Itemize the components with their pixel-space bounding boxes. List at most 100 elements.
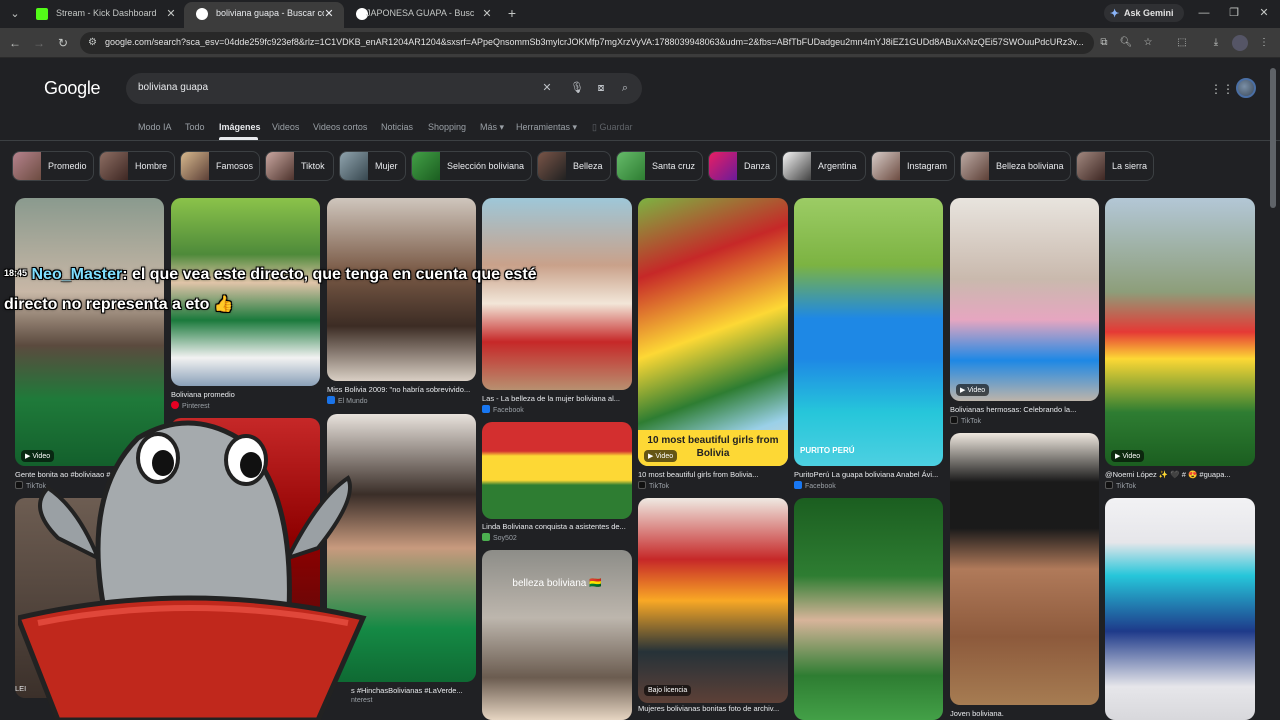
result-image[interactable] xyxy=(950,433,1099,705)
account-avatar[interactable] xyxy=(1236,78,1256,98)
bookmark-star-icon[interactable]: ☆ xyxy=(1140,35,1156,51)
result-image[interactable] xyxy=(794,198,943,466)
tab-kick-dashboard[interactable]: Stream - Kick Dashboard ✕ xyxy=(24,3,184,25)
chip-label: Argentina xyxy=(818,161,857,171)
result-caption[interactable]: Las - La belleza de la mujer boliviana a… xyxy=(482,394,632,403)
close-tab-icon[interactable]: ✕ xyxy=(322,7,336,21)
forward-arrow-icon[interactable]: → xyxy=(30,34,48,52)
filter-guardar[interactable]: ▯ Guardar xyxy=(592,122,632,133)
ask-gemini-button[interactable]: ✦ Ask Gemini xyxy=(1104,4,1184,22)
close-tab-icon[interactable]: ✕ xyxy=(164,7,178,21)
mascot-right-flipper xyxy=(284,475,352,562)
chip-argentina[interactable]: Argentina xyxy=(782,151,866,181)
result-image[interactable] xyxy=(1105,198,1255,466)
result-card[interactable] xyxy=(1105,498,1255,720)
url-text[interactable]: google.com/search?sca_esv=04dde259fc923e… xyxy=(105,37,1090,47)
result-card[interactable]: Bajo licencia Mujeres bolivianas bonitas… xyxy=(638,498,788,720)
result-image[interactable] xyxy=(950,198,1099,401)
chip-seleccion-boliviana[interactable]: Selección boliviana xyxy=(411,151,532,181)
new-tab-button[interactable]: + xyxy=(504,5,520,21)
search-input[interactable]: boliviana guapa ✕ 🎙︎ ⧇ ⌕ xyxy=(126,73,642,104)
chip-mujer[interactable]: Mujer xyxy=(339,151,406,181)
result-card[interactable]: belleza boliviana 🇧🇴 xyxy=(482,550,632,720)
chip-hombre[interactable]: Hombre xyxy=(99,151,175,181)
result-caption[interactable]: Joven boliviana. xyxy=(950,709,1099,718)
result-source[interactable]: Soy502 xyxy=(482,533,517,542)
filter-modo-ia[interactable]: Modo IA xyxy=(138,122,172,132)
chip-instagram[interactable]: Instagram xyxy=(871,151,955,181)
clear-search-icon[interactable]: ✕ xyxy=(540,81,554,95)
mascot-left-pupil xyxy=(152,450,174,476)
result-image[interactable] xyxy=(794,498,943,720)
chip-danza[interactable]: Danza xyxy=(708,151,777,181)
result-image[interactable] xyxy=(638,198,788,466)
search-query[interactable]: boliviana guapa xyxy=(138,82,208,93)
result-card[interactable]: ▶ Video Bolivianas hermosas: Celebrando … xyxy=(950,198,1099,426)
profile-avatar-icon[interactable] xyxy=(1232,35,1248,51)
lens-camera-icon[interactable]: ⧇ xyxy=(594,81,608,95)
back-arrow-icon[interactable]: ← xyxy=(6,34,24,52)
filter-herramientas[interactable]: Herramientas ▾ xyxy=(516,122,577,133)
site-info-icon[interactable]: ⚙ xyxy=(88,37,97,48)
result-card[interactable]: PURITO PERÚ PuritoPerú La guapa bolivian… xyxy=(794,198,943,492)
filter-videos[interactable]: Videos xyxy=(272,122,299,132)
google-apps-grid-icon[interactable]: ⋮⋮ xyxy=(1210,82,1234,96)
tab-search-chevron-icon[interactable]: ⌄ xyxy=(6,5,24,23)
result-source[interactable]: TikTok xyxy=(1105,481,1136,490)
address-bar[interactable]: ⚙ google.com/search?sca_esv=04dde259fc92… xyxy=(80,32,1094,54)
filter-noticias[interactable]: Noticias xyxy=(381,122,413,132)
result-image[interactable] xyxy=(482,550,632,720)
chip-belleza-boliviana[interactable]: Belleza boliviana xyxy=(960,151,1071,181)
google-logo[interactable]: Google xyxy=(44,78,101,99)
restore-window-button[interactable]: ❐ xyxy=(1226,5,1242,21)
result-source[interactable]: TikTok xyxy=(950,416,981,425)
filter-videos-cortos[interactable]: Videos cortos xyxy=(313,122,367,132)
result-image[interactable] xyxy=(638,498,788,703)
result-caption[interactable]: Miss Bolivia 2009: "no habría sobrevivid… xyxy=(327,385,476,394)
result-caption[interactable]: @Noemi López ✨ 🖤 # 😍 #guapa... xyxy=(1105,470,1255,479)
result-card[interactable] xyxy=(794,498,943,720)
chip-promedio[interactable]: Promedio xyxy=(12,151,94,181)
close-tab-icon[interactable]: ✕ xyxy=(480,7,494,21)
menu-kebab-icon[interactable]: ⋮ xyxy=(1256,35,1272,51)
result-source[interactable]: Pinterest xyxy=(171,401,210,410)
close-window-button[interactable]: ✕ xyxy=(1256,5,1272,21)
chip-santa-cruz[interactable]: Santa cruz xyxy=(616,151,703,181)
translate-icon[interactable]: ⧉ xyxy=(1096,35,1112,51)
result-source[interactable]: Facebook xyxy=(794,481,836,490)
result-caption[interactable]: Linda Boliviana conquista a asistentes d… xyxy=(482,522,632,531)
extensions-icon[interactable]: ⬚ xyxy=(1174,35,1190,51)
page-scrollbar[interactable] xyxy=(1270,68,1276,208)
tab-japonesa-guapa[interactable]: JAPONESA GUAPA - Buscar con Google ✕ xyxy=(344,3,500,25)
chip-la-sierra[interactable]: La sierra xyxy=(1076,151,1154,181)
result-caption[interactable]: 10 most beautiful girls from Bolivia... xyxy=(638,470,788,479)
result-caption[interactable]: PuritoPerú La guapa boliviana Anabel Ávi… xyxy=(794,470,943,479)
filter-shopping[interactable]: Shopping xyxy=(428,122,466,132)
result-card[interactable]: ▶ Video @Noemi López ✨ 🖤 # 😍 #guapa... T… xyxy=(1105,198,1255,492)
minimize-window-button[interactable]: — xyxy=(1196,5,1212,21)
result-image[interactable] xyxy=(1105,498,1255,720)
result-caption[interactable]: s #HinchasBolivianas #LaVerde... xyxy=(351,686,476,695)
chip-belleza[interactable]: Belleza xyxy=(537,151,611,181)
result-card[interactable]: 10 most beautiful girls from Bolivia ▶ V… xyxy=(638,198,788,492)
chip-tiktok[interactable]: Tiktok xyxy=(265,151,334,181)
result-caption[interactable]: Boliviana promedio xyxy=(171,390,320,399)
tab-boliviana-guapa[interactable]: boliviana guapa - Buscar con Google ✕ xyxy=(184,2,344,28)
zoom-icon[interactable]: 🔍︎ xyxy=(1118,35,1134,51)
filter-mas[interactable]: Más ▾ xyxy=(480,122,504,133)
filter-imagenes[interactable]: Imágenes xyxy=(219,122,261,132)
chip-famosos[interactable]: Famosos xyxy=(180,151,260,181)
result-caption[interactable]: Mujeres bolivianas bonitas foto de archi… xyxy=(638,704,788,713)
reload-icon[interactable]: ↻ xyxy=(54,34,72,52)
filter-todo[interactable]: Todo xyxy=(185,122,205,132)
microphone-icon[interactable]: 🎙︎ xyxy=(570,81,584,95)
search-icon[interactable]: ⌕ xyxy=(618,81,632,95)
result-card[interactable]: Joven boliviana. xyxy=(950,433,1099,720)
result-source[interactable]: El Mundo xyxy=(327,396,368,405)
result-source[interactable]: Facebook xyxy=(482,405,524,414)
result-source[interactable]: TikTok xyxy=(638,481,669,490)
download-icon[interactable]: ⤓ xyxy=(1208,35,1224,51)
result-caption[interactable]: Bolivianas hermosas: Celebrando la... xyxy=(950,405,1099,414)
result-image[interactable] xyxy=(482,422,632,519)
result-card[interactable]: Linda Boliviana conquista a asistentes d… xyxy=(482,422,632,544)
